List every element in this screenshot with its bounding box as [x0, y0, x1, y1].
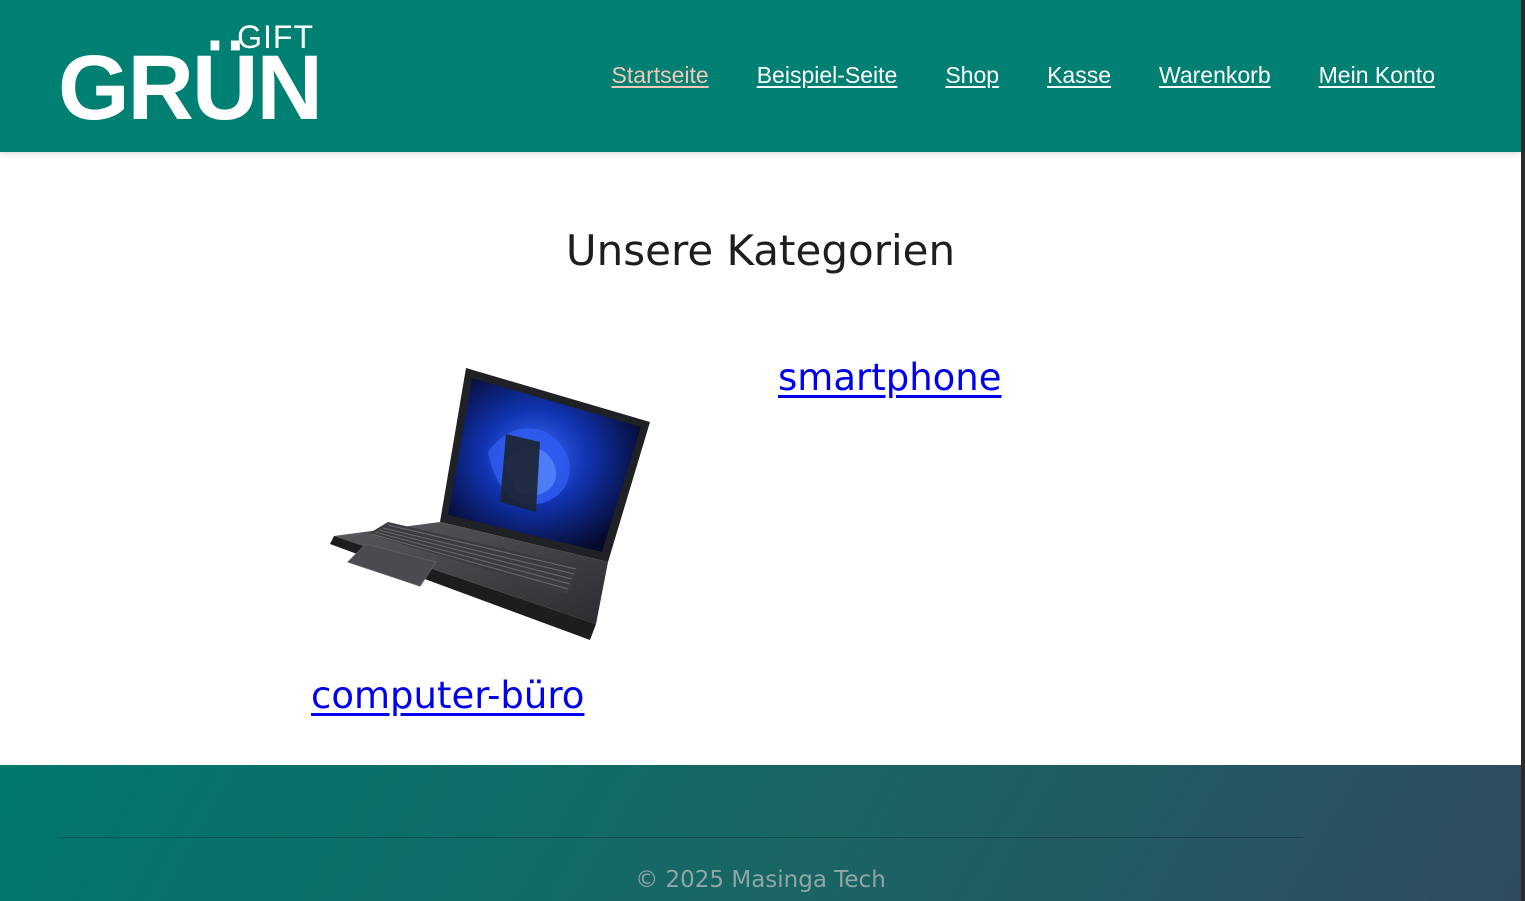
nav-shop[interactable]: Shop: [945, 62, 999, 89]
logo-wordmark: GRÜN: [58, 37, 323, 139]
site-footer: © 2025 Masinga Tech: [0, 765, 1521, 901]
site-logo[interactable]: GIFT GRÜN: [58, 20, 323, 139]
nav-startseite[interactable]: Startseite: [612, 62, 709, 89]
footer-divider: [58, 837, 1303, 838]
page-title: Unsere Kategorien: [565, 226, 956, 275]
page: GIFT GRÜN Startseite Beispiel-Seite Shop…: [0, 0, 1525, 901]
copyright-text: © 2025 Masinga Tech: [635, 867, 886, 893]
category-link-computer-buero[interactable]: computer-büro: [311, 674, 584, 717]
nav-beispiel-seite[interactable]: Beispiel-Seite: [757, 62, 898, 89]
window-edge: [1521, 0, 1525, 901]
nav-mein-konto[interactable]: Mein Konto: [1319, 62, 1435, 89]
nav-warenkorb[interactable]: Warenkorb: [1159, 62, 1271, 89]
laptop-image[interactable]: [328, 362, 654, 654]
category-link-smartphone[interactable]: smartphone: [778, 356, 1002, 399]
nav-kasse[interactable]: Kasse: [1047, 62, 1111, 89]
main-nav: Startseite Beispiel-Seite Shop Kasse War…: [612, 62, 1435, 89]
site-header: GIFT GRÜN Startseite Beispiel-Seite Shop…: [0, 0, 1521, 152]
